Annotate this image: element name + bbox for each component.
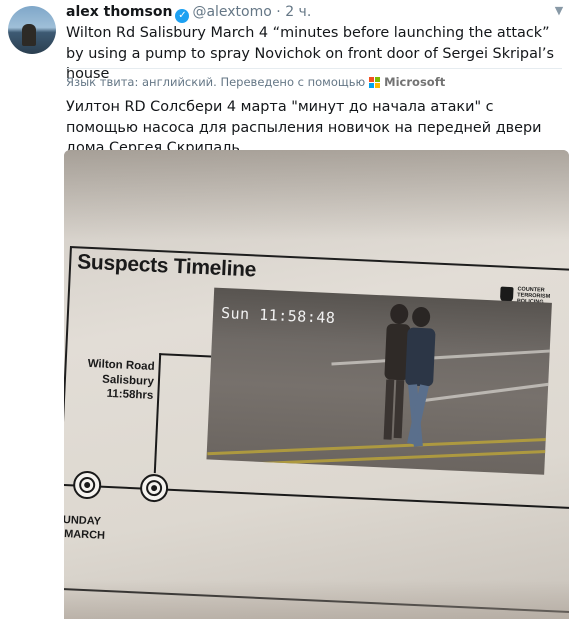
verified-badge-icon: ✓ bbox=[175, 9, 190, 23]
tweet-timestamp[interactable]: 2 ч. bbox=[285, 4, 311, 20]
author-name[interactable]: alex thomson bbox=[66, 4, 172, 20]
suspect-leg bbox=[393, 379, 405, 439]
suspect-head bbox=[412, 307, 431, 327]
microsoft-logo bbox=[369, 76, 381, 88]
connector-line bbox=[159, 353, 212, 358]
timeline-marker bbox=[139, 473, 169, 503]
translation-provider[interactable]: Microsoft bbox=[384, 75, 445, 89]
avatar-figure bbox=[22, 24, 36, 46]
tweet-photo[interactable]: Suspects Timeline COUNTER TERRORISM POLI… bbox=[64, 150, 569, 619]
suspect-leg bbox=[383, 379, 395, 440]
author-avatar[interactable] bbox=[8, 6, 56, 54]
timeline-marker bbox=[72, 470, 102, 500]
photo-bottom-shade bbox=[64, 580, 569, 619]
slide-title: Suspects Timeline bbox=[76, 250, 257, 282]
translation-attribution: Язык твита: английский. Переведено с пом… bbox=[66, 68, 562, 89]
suspects-figures bbox=[383, 304, 436, 447]
author-handle[interactable]: @alextomo bbox=[192, 4, 271, 20]
suspect-body bbox=[405, 327, 436, 387]
chevron-down-icon[interactable]: ▼ bbox=[552, 4, 566, 18]
header-separator: · bbox=[276, 4, 281, 20]
connector-line bbox=[153, 353, 162, 474]
translation-label: Язык твита: английский. Переведено с пом… bbox=[66, 75, 366, 89]
location-label: Wilton Road Salisbury 11:58hrs bbox=[87, 357, 155, 402]
cctv-still: Sun 11:58:48 5 bbox=[206, 287, 552, 475]
date-label: SUNDAY 4 MARCH bbox=[64, 513, 106, 542]
cctv-timestamp: Sun 11:58:48 bbox=[220, 303, 336, 328]
slide-frame: Suspects Timeline COUNTER TERRORISM POLI… bbox=[64, 246, 569, 614]
suspect-head bbox=[390, 304, 409, 325]
tweet-header: alex thomson ✓ @alextomo · 2 ч. bbox=[66, 2, 311, 23]
paper-shadow bbox=[64, 150, 569, 240]
